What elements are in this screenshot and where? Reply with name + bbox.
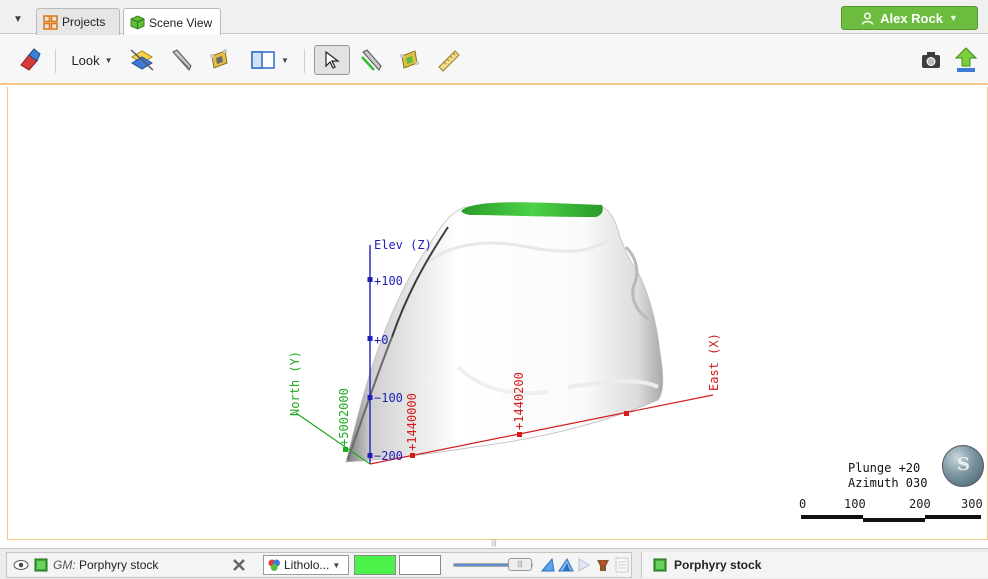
scene-canvas[interactable]: Elev (Z) +100 +0 −100 −200 North (Y) +50… <box>8 87 987 539</box>
ruler-icon <box>438 50 460 72</box>
z-tick-label: −200 <box>374 449 403 463</box>
user-account-button[interactable]: Alex Rock ▼ <box>841 6 978 30</box>
object-name: Porphyry stock <box>75 558 159 572</box>
slice-button[interactable] <box>126 45 158 75</box>
play-icon[interactable] <box>577 557 591 573</box>
toolbar-divider <box>304 49 305 73</box>
properties-panel-header: Porphyry stock <box>641 552 988 578</box>
cube-icon <box>130 15 145 30</box>
eye-icon[interactable] <box>13 559 29 571</box>
scale-segment <box>925 515 981 519</box>
layout-icon <box>251 51 275 69</box>
share-upload-button[interactable] <box>952 45 980 75</box>
properties-title: Porphyry stock <box>674 558 762 572</box>
layout-menu-button[interactable]: ▼ <box>246 45 294 75</box>
globe-logo-icon: S <box>957 454 970 475</box>
surface-tool-icon <box>400 50 419 69</box>
north-axis-label: North (Y) <box>288 351 302 416</box>
chevron-down-icon: ▼ <box>104 55 113 65</box>
north-tick-label: +5002000 <box>337 388 351 446</box>
panel-splitter[interactable]: ||| <box>484 540 504 547</box>
triangle-tool-icon[interactable] <box>540 557 556 573</box>
scale-bar: 0 100 200 300 <box>791 497 983 527</box>
scale-label: 0 <box>799 497 807 511</box>
scale-segment <box>801 515 863 519</box>
geological-model-icon <box>653 558 667 572</box>
slider-thumb[interactable]: ||| <box>508 558 532 571</box>
scene-toolbar: Look ▼ ▼ <box>0 35 988 85</box>
mesh-shading-icon[interactable] <box>557 557 575 573</box>
user-name: Alex Rock <box>880 10 943 26</box>
eraser-icon <box>20 48 41 71</box>
tab-bar: ▼ Projects Scene View Alex Rock ▼ <box>0 0 988 36</box>
filter-icon[interactable] <box>594 557 612 573</box>
scale-label: 100 <box>844 497 866 511</box>
tab-projects-label: Projects <box>62 15 106 29</box>
east-axis-label: East (X) <box>707 333 721 391</box>
z-tick-label: +0 <box>374 333 388 347</box>
azimuth-readout: Azimuth 030 <box>848 476 928 490</box>
tab-projects[interactable]: Projects <box>36 8 120 35</box>
eraser-button[interactable] <box>14 45 44 75</box>
pencil-icon <box>172 49 192 71</box>
screenshot-button[interactable] <box>918 45 944 75</box>
toolbar-divider <box>55 49 56 73</box>
plunge-readout: Plunge +20 <box>848 461 921 475</box>
camera-icon <box>922 52 940 68</box>
look-menu-button[interactable]: Look ▼ <box>66 45 118 75</box>
surface-tool-button[interactable] <box>394 45 424 75</box>
scene-object-name: GM: Porphyry stock <box>53 558 158 572</box>
projects-grid-icon <box>43 14 58 30</box>
geological-model-icon <box>34 558 48 572</box>
plane-icon <box>210 49 228 69</box>
z-tick-label: +100 <box>374 274 403 288</box>
chevron-down-icon: ▼ <box>281 55 289 65</box>
primary-colour-swatch[interactable] <box>354 555 396 575</box>
orientation-readout: Plunge +20 Azimuth 030 <box>848 461 927 491</box>
plane-button[interactable] <box>204 45 234 75</box>
look-label: Look <box>71 52 100 68</box>
list-properties-icon[interactable] <box>615 557 629 573</box>
colour-by-value: Litholo... <box>284 558 330 572</box>
status-bar: GM: Porphyry stock Litholo... ▼ ||| Porp… <box>0 548 988 579</box>
select-tool-button[interactable] <box>314 45 350 75</box>
secondary-colour-swatch[interactable] <box>399 555 441 575</box>
draw-button[interactable] <box>166 45 196 75</box>
object-prefix: GM: <box>53 558 76 572</box>
scale-segment <box>863 518 925 522</box>
chevron-down-icon: ▼ <box>948 13 958 23</box>
ruler-button[interactable] <box>434 45 464 75</box>
z-tick-label: −100 <box>374 391 403 405</box>
chevron-down-icon: ▼ <box>332 560 341 570</box>
tab-scene-view-label: Scene View <box>149 15 213 30</box>
lithology-colours-icon <box>268 559 280 571</box>
select-arrow-icon <box>325 51 340 69</box>
top-cap-surface[interactable] <box>461 202 603 217</box>
remove-from-scene-icon[interactable] <box>231 557 247 573</box>
scale-label: 300 <box>961 497 983 511</box>
tab-scene-view[interactable]: Scene View <box>123 8 221 36</box>
orientation-globe[interactable]: S <box>942 445 984 487</box>
share-upload-icon <box>954 47 978 72</box>
draw-line-button[interactable] <box>356 45 386 75</box>
colour-by-select[interactable]: Litholo... ▼ <box>263 555 349 575</box>
transparency-slider[interactable]: ||| <box>453 558 533 571</box>
scene-viewport[interactable]: Elev (Z) +100 +0 −100 −200 North (Y) +50… <box>7 87 988 540</box>
draw-line-icon <box>361 49 382 71</box>
tab-list-menu-button[interactable]: ▼ <box>8 10 28 30</box>
user-icon <box>861 12 874 25</box>
east-tick-label: +1440200 <box>512 372 526 430</box>
scene-object-row[interactable]: GM: Porphyry stock Litholo... ▼ ||| <box>6 552 632 578</box>
elev-axis-label: Elev (Z) <box>374 238 432 252</box>
east-tick-label: +1440000 <box>405 393 419 451</box>
scale-label: 200 <box>909 497 931 511</box>
slice-icon <box>130 49 154 71</box>
